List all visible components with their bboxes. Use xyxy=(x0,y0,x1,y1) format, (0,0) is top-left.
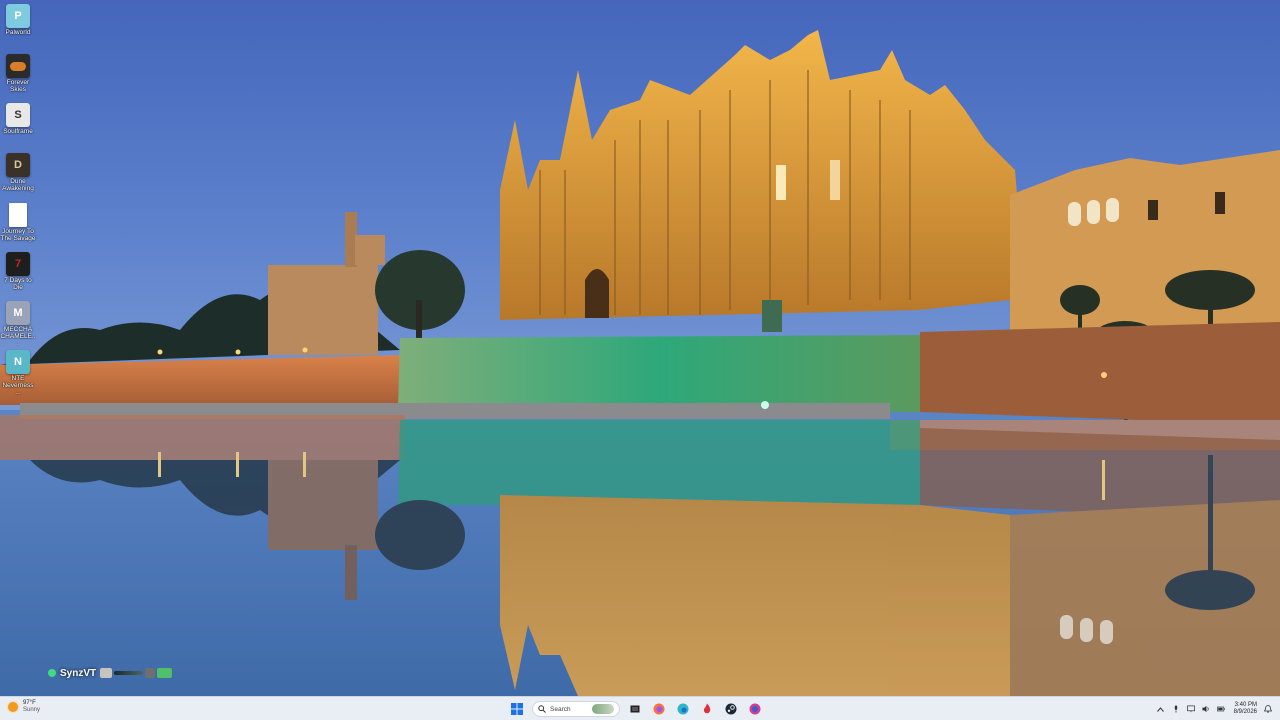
shortcut-label: Journey To The Savage xyxy=(0,228,36,242)
desktop-shortcut-dune-awakening[interactable]: D Dune Awakening xyxy=(0,153,36,192)
firefox-button[interactable] xyxy=(650,700,668,718)
shortcut-label: Forever Skies xyxy=(6,79,30,93)
firefox-icon xyxy=(653,703,665,715)
shortcut-label: Soulframe xyxy=(3,128,33,135)
search-icon xyxy=(538,705,546,713)
desktop-shortcut-nte[interactable]: N NTE Neverness ... xyxy=(0,350,36,396)
system-tray: 3:40 PM 8/9/2026 xyxy=(1157,700,1272,718)
network-icon[interactable] xyxy=(1186,705,1195,713)
app-pink-button[interactable] xyxy=(746,700,764,718)
edge-button[interactable] xyxy=(674,700,692,718)
battery-icon[interactable] xyxy=(1216,705,1225,713)
start-button[interactable] xyxy=(508,700,526,718)
weather-condition: Sunny xyxy=(23,707,41,713)
flame-icon xyxy=(703,703,711,714)
taskbar-search-box[interactable]: Search xyxy=(532,701,620,717)
notification-bell-icon[interactable] xyxy=(1264,705,1272,713)
shortcut-label: MECCHA CHAMELE... xyxy=(0,326,36,347)
search-placeholder: Search xyxy=(550,705,571,713)
dune-awakening-icon: D xyxy=(6,153,30,177)
desktop-shortcut-palworld[interactable]: P Palworld xyxy=(0,4,36,36)
taskbar: 97°F Sunny Search 3:40 PM 8/9/2026 xyxy=(0,696,1280,720)
palworld-icon: P xyxy=(6,4,30,28)
sun-icon xyxy=(8,702,18,712)
streaming-overlay: SynzVT xyxy=(48,666,173,680)
overlay-avatars-strip xyxy=(100,667,173,679)
weather-widget[interactable]: 97°F Sunny xyxy=(8,700,40,714)
taskbar-center-apps: Search xyxy=(508,699,764,719)
shortcut-label: Palworld xyxy=(5,29,31,36)
steam-icon xyxy=(725,703,737,715)
search-highlight-image xyxy=(592,704,614,714)
forever-skies-icon xyxy=(6,54,30,78)
volume-icon[interactable] xyxy=(1202,705,1210,713)
clock[interactable]: 3:40 PM 8/9/2026 xyxy=(1234,702,1257,716)
task-view-icon xyxy=(630,705,640,713)
shortcut-label: NTE Neverness ... xyxy=(2,375,34,396)
desktop-shortcut-journey-to-the-savage[interactable]: Journey To The Savage xyxy=(0,203,36,242)
clock-time: 3:40 PM xyxy=(1234,702,1257,708)
desktop-shortcut-meccha-chameleon[interactable]: M MECCHA CHAMELE... xyxy=(0,301,36,347)
app-red-button[interactable] xyxy=(698,700,716,718)
desktop-shortcut-7-days-to-die[interactable]: 7 7 Days to Die xyxy=(0,252,36,291)
desktop-wallpaper xyxy=(0,0,1280,696)
nte-icon: N xyxy=(6,350,30,374)
clock-date: 8/9/2026 xyxy=(1233,709,1257,715)
weather-temperature: 97°F xyxy=(23,700,36,706)
7-days-to-die-icon: 7 xyxy=(6,252,30,276)
shortcut-label: 7 Days to Die xyxy=(4,277,32,291)
steam-button[interactable] xyxy=(722,700,740,718)
microphone-icon[interactable] xyxy=(1172,705,1180,713)
document-icon xyxy=(9,203,27,227)
overlay-username: SynzVT xyxy=(60,667,97,679)
task-view-button[interactable] xyxy=(626,700,644,718)
edge-icon xyxy=(677,703,689,715)
desktop-shortcut-forever-skies[interactable]: Forever Skies xyxy=(0,54,36,93)
chevron-up-icon[interactable] xyxy=(1157,705,1165,713)
desktop-shortcut-soulframe[interactable]: S Soulframe xyxy=(0,103,36,135)
chat-icon xyxy=(749,703,761,715)
shortcut-label: Dune Awakening xyxy=(2,178,34,192)
windows-logo-icon xyxy=(511,703,523,715)
online-status-icon xyxy=(48,669,56,677)
soulframe-icon: S xyxy=(6,103,30,127)
meccha-chameleon-icon: M xyxy=(6,301,30,325)
